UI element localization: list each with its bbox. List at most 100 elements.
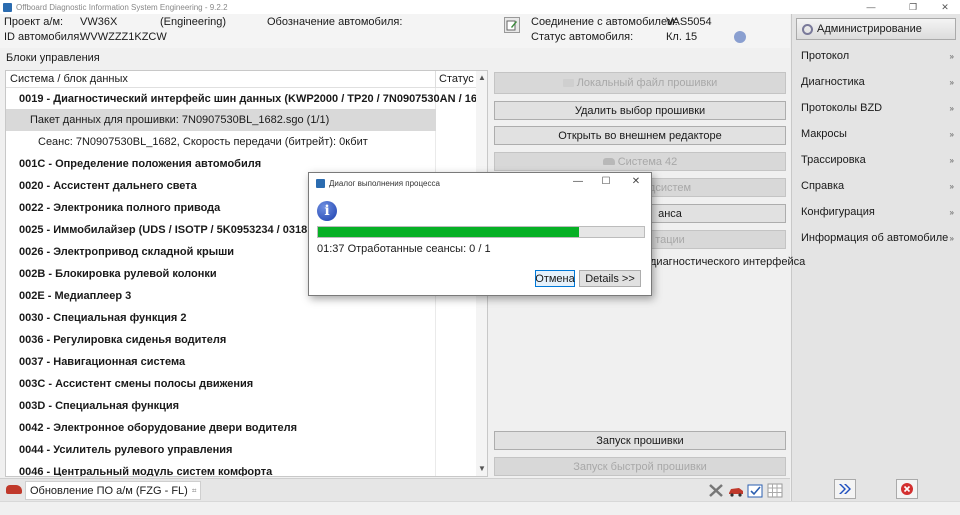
menu-item-configuration[interactable]: Конфигурация »	[792, 199, 960, 225]
process-dialog: Диалог выполнения процесса — ☐ ✕ i 01:37…	[308, 172, 652, 296]
vehicle-id-value: WVWZZZ1KZCW	[80, 31, 167, 43]
menu-item-macros[interactable]: Макросы »	[792, 121, 960, 147]
local-flash-file-button[interactable]: Локальный файл прошивки	[494, 72, 786, 94]
vehicle-status-value: Кл. 15	[666, 31, 698, 43]
close-button[interactable]: ✕	[930, 0, 960, 14]
delete-flash-selection-button[interactable]: Удалить выбор прошивки	[494, 101, 786, 120]
tab-label: Обновление ПО а/м (FZG - FL)	[30, 484, 188, 497]
tree-row[interactable]: 0037 - Навигационная система	[6, 351, 476, 373]
menu-item-label: Протоколы BZD	[801, 102, 883, 114]
dialog-title-bar: Диалог выполнения процесса — ☐ ✕	[309, 173, 651, 193]
tree-row[interactable]: 0046 - Центральный модуль систем комфорт…	[6, 461, 476, 476]
menu-item-label: Макросы	[801, 128, 847, 140]
button-label: анса	[658, 207, 682, 220]
gear-icon	[802, 23, 813, 35]
scroll-down-icon[interactable]: ▼	[476, 463, 487, 475]
tree-row[interactable]: 0042 - Электронное оборудование двери во…	[6, 417, 476, 439]
tree-row-selected[interactable]: Пакет данных для прошивки: 7N0907530BL_1…	[6, 109, 436, 131]
terminal-status-icon	[734, 31, 746, 43]
chevron-down-icon: »	[949, 77, 954, 87]
app-icon	[316, 178, 325, 188]
menu-item-label: Диагностика	[801, 76, 865, 88]
tree-row[interactable]: 0036 - Регулировка сиденья водителя	[6, 329, 476, 351]
chevron-down-icon: »	[949, 233, 954, 243]
right-panel-footer	[792, 476, 960, 501]
open-external-editor-button[interactable]: Открыть во внешнем редакторе	[494, 126, 786, 145]
column-header-system[interactable]: Система / блок данных	[10, 73, 128, 85]
car-icon	[6, 485, 22, 494]
chevron-down-icon: »	[949, 129, 954, 139]
menu-item-tracing[interactable]: Трассировка »	[792, 147, 960, 173]
progress-bar	[317, 226, 645, 238]
vehicle-header: Проект а/м: VW36X (Engineering) Обозначе…	[0, 14, 790, 48]
menu-item-label: Справка	[801, 180, 845, 192]
menu-item-label: Трассировка	[801, 154, 866, 166]
button-label: Система 42	[617, 155, 678, 168]
tree-row[interactable]: 003C - Ассистент смены полосы движения	[6, 373, 476, 395]
column-separator	[435, 71, 436, 88]
dialog-maximize-button[interactable]: ☐	[599, 176, 613, 187]
checklist-icon[interactable]	[747, 483, 763, 498]
right-panel: Администрирование Протокол » Диагностика »…	[791, 14, 960, 501]
progress-fill	[318, 227, 579, 237]
tree-row[interactable]: 0019 - Диагностический интерфейс шин дан…	[6, 88, 476, 110]
diag-interface-text: диагностического интерфейса	[650, 256, 806, 268]
dialog-minimize-button[interactable]: —	[571, 176, 585, 187]
tree-row[interactable]: Сеанс: 7N0907530BL_1682, Скорость переда…	[6, 131, 476, 153]
details-button[interactable]: Details >>	[579, 270, 641, 287]
mode-label: (Engineering)	[160, 16, 227, 28]
chevron-down-icon: »	[949, 207, 954, 217]
grid-icon[interactable]	[767, 483, 783, 498]
connection-value: VAS5054	[666, 16, 712, 28]
scroll-up-icon[interactable]: ▲	[476, 72, 487, 84]
tree-row[interactable]: 0044 - Усилитель рулевого управления	[6, 439, 476, 461]
progress-text: 01:37 Отработанные сеансы: 0 / 1	[317, 243, 491, 255]
car-red-icon[interactable]	[728, 483, 744, 498]
menu-item-protocol[interactable]: Протокол »	[792, 43, 960, 69]
button-label: тации	[655, 233, 685, 246]
dialog-title: Диалог выполнения процесса	[329, 178, 440, 188]
vehicle-id-label: ID автомобиля:	[4, 31, 83, 43]
tree-row[interactable]: 003D - Специальная функция	[6, 395, 476, 417]
administration-button[interactable]: Администрирование	[796, 18, 956, 40]
edit-vehicle-button[interactable]	[504, 17, 520, 33]
info-icon: i	[317, 201, 337, 221]
folder-icon	[562, 79, 574, 87]
chevron-down-icon: »	[949, 51, 954, 61]
administration-label: Администрирование	[817, 23, 922, 35]
menu-item-label: Информация об автомобиле	[801, 232, 949, 244]
vehicle-status-label: Статус автомобиля:	[531, 31, 634, 43]
tree-row[interactable]: 0030 - Специальная функция 2	[6, 307, 476, 329]
menu-item-help[interactable]: Справка »	[792, 173, 960, 199]
cancel-button[interactable]: Отмена	[535, 270, 575, 287]
section-title: Блоки управления	[6, 52, 100, 64]
column-header-status[interactable]: Статус	[439, 73, 474, 85]
start-quick-flash-button[interactable]: Запуск быстрой прошивки	[494, 457, 786, 476]
vehicle-designation-label: Обозначение автомобиля:	[267, 16, 403, 28]
title-bar: Offboard Diagnostic Information System E…	[0, 0, 960, 14]
tools-icon[interactable]	[708, 483, 724, 498]
tab-close-icon[interactable]: ⌗	[192, 486, 197, 496]
status-bar	[0, 501, 960, 515]
maximize-button[interactable]: ❐	[898, 0, 928, 14]
project-value: VW36X	[80, 16, 118, 28]
menu-item-vehicle-info[interactable]: Информация об автомобиле»	[792, 225, 960, 251]
dialog-close-button[interactable]: ✕	[629, 176, 643, 187]
system42-button[interactable]: Система 42	[494, 152, 786, 171]
button-label: Локальный файл прошивки	[576, 77, 718, 89]
menu-item-bzd-protocols[interactable]: Протоколы BZD »	[792, 95, 960, 121]
minimize-button[interactable]: —	[856, 0, 886, 14]
menu-item-label: Протокол	[801, 50, 850, 62]
double-chevron-right-icon	[839, 484, 851, 494]
cancel-session-button[interactable]	[896, 479, 918, 499]
start-flash-button[interactable]: Запуск прошивки	[494, 431, 786, 450]
app-icon	[3, 2, 12, 12]
forward-button[interactable]	[834, 479, 856, 499]
menu-item-diagnostics[interactable]: Диагностика »	[792, 69, 960, 95]
chevron-down-icon: »	[949, 103, 954, 113]
car-icon	[602, 158, 615, 165]
button-label: дсистем	[648, 181, 692, 194]
tree-header: Система / блок данных Статус	[6, 71, 487, 88]
tab-flash-update[interactable]: Обновление ПО а/м (FZG - FL) ⌗	[25, 481, 202, 500]
close-icon	[901, 483, 913, 495]
